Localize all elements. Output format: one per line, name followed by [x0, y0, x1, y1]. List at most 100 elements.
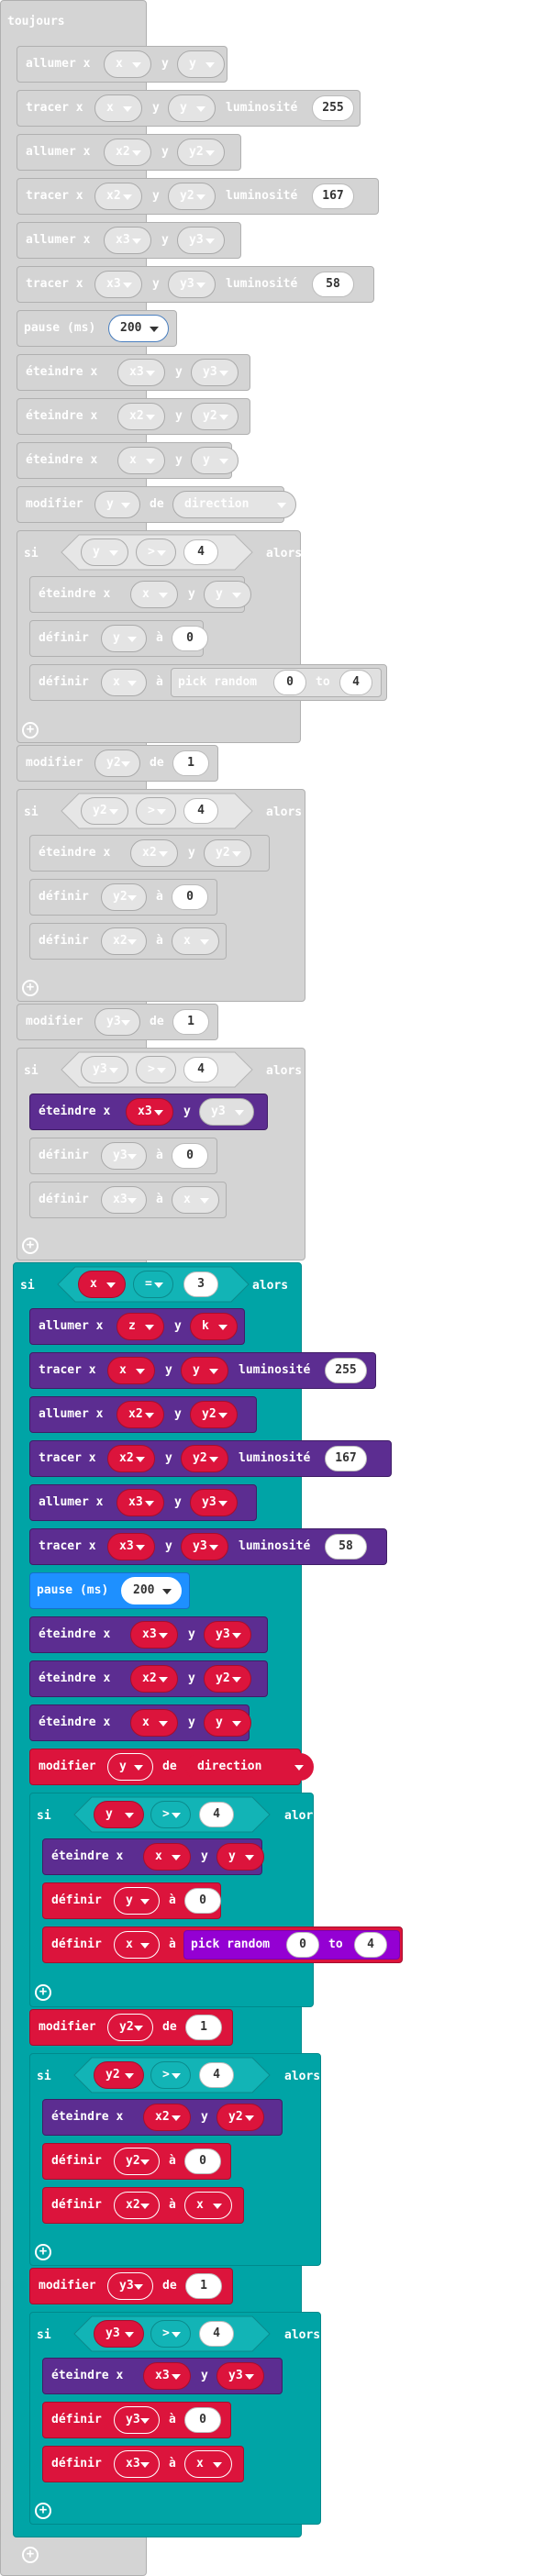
number-input[interactable]: 0: [172, 1143, 208, 1169]
chevron-down-icon[interactable]: [146, 459, 155, 464]
chevron-down-icon[interactable]: [294, 1765, 304, 1771]
chevron-down-icon[interactable]: [245, 2115, 254, 2121]
number-input[interactable]: 4: [199, 2321, 234, 2347]
chevron-down-icon[interactable]: [109, 550, 118, 556]
chevron-down-icon[interactable]: [109, 809, 118, 815]
variable-dropdown[interactable]: x2: [94, 183, 142, 210]
number-input[interactable]: 4: [183, 1057, 218, 1083]
variable-dropdown[interactable]: x: [184, 2450, 232, 2478]
chevron-down-icon[interactable]: [154, 1282, 163, 1288]
chevron-down-icon[interactable]: [140, 2418, 150, 2424]
variable-dropdown[interactable]: x3: [94, 271, 142, 298]
variable-dropdown[interactable]: y2: [177, 139, 225, 166]
chevron-down-icon[interactable]: [196, 194, 205, 200]
chevron-down-icon[interactable]: [140, 1943, 150, 1949]
variable-dropdown[interactable]: x: [101, 669, 147, 696]
variable-dropdown[interactable]: y2: [181, 1445, 228, 1472]
variable-dropdown[interactable]: x: [114, 1931, 160, 1959]
variable-dropdown[interactable]: x: [104, 50, 151, 78]
brightness-input[interactable]: 255: [325, 1358, 367, 1383]
number-input[interactable]: 4: [199, 2062, 234, 2088]
variable-dropdown[interactable]: y: [107, 1753, 153, 1781]
variable-dropdown[interactable]: x3: [130, 1621, 178, 1649]
add-else-plus-icon[interactable]: +: [35, 2503, 51, 2519]
add-else-plus-icon[interactable]: +: [22, 2547, 39, 2563]
chevron-down-icon[interactable]: [232, 1633, 241, 1638]
variable-dropdown[interactable]: x3: [117, 1489, 164, 1516]
variable-dropdown[interactable]: y: [177, 50, 225, 78]
variable-dropdown[interactable]: y2: [190, 1401, 238, 1428]
variable-dropdown[interactable]: x: [172, 927, 219, 955]
variable-dropdown[interactable]: x3: [107, 1533, 155, 1560]
operator-dropdown[interactable]: >: [150, 2320, 191, 2348]
chevron-down-icon[interactable]: [123, 283, 132, 288]
blocks-workspace[interactable]: toujours allumer x x y y tracer x x y y luminosit…: [0, 0, 544, 2576]
number-input[interactable]: 1: [172, 1009, 209, 1035]
variable-dropdown[interactable]: y3: [94, 1008, 140, 1036]
variable-dropdown[interactable]: x3: [104, 227, 151, 254]
chevron-down-icon[interactable]: [145, 1325, 154, 1330]
variable-dropdown[interactable]: y: [114, 1887, 160, 1915]
chevron-down-icon[interactable]: [232, 593, 241, 598]
number-input[interactable]: 1: [172, 750, 209, 776]
chevron-down-icon[interactable]: [209, 1369, 218, 1374]
chevron-down-icon[interactable]: [150, 327, 159, 332]
variable-dropdown[interactable]: x3: [101, 1186, 147, 1214]
chevron-down-icon[interactable]: [157, 1068, 166, 1073]
chevron-down-icon[interactable]: [146, 371, 155, 376]
chevron-down-icon[interactable]: [121, 761, 130, 767]
chevron-down-icon[interactable]: [205, 239, 215, 244]
chevron-down-icon[interactable]: [132, 239, 141, 244]
operator-dropdown[interactable]: >: [136, 539, 176, 566]
number-input[interactable]: 4: [354, 1932, 387, 1958]
variable-dropdown[interactable]: y3: [168, 271, 216, 298]
variable-dropdown[interactable]: y2: [204, 1665, 251, 1693]
variable-dropdown[interactable]: y3: [204, 1621, 251, 1649]
variable-dropdown[interactable]: y2: [101, 883, 147, 911]
chevron-down-icon[interactable]: [219, 415, 228, 420]
variable-dropdown[interactable]: x2: [114, 2192, 160, 2219]
variable-dropdown[interactable]: x: [172, 1186, 219, 1214]
chevron-down-icon[interactable]: [277, 503, 286, 508]
chevron-down-icon[interactable]: [123, 194, 132, 200]
variable-dropdown[interactable]: y: [101, 625, 147, 652]
variable-dropdown[interactable]: x2: [130, 1665, 178, 1693]
operator-dropdown[interactable]: >: [136, 1056, 176, 1083]
chevron-down-icon[interactable]: [109, 1068, 118, 1073]
number-input[interactable]: 1: [185, 2015, 222, 2040]
chevron-down-icon[interactable]: [146, 415, 155, 420]
chevron-down-icon[interactable]: [162, 1589, 172, 1594]
chevron-down-icon[interactable]: [140, 2204, 150, 2209]
chevron-down-icon[interactable]: [172, 2073, 181, 2079]
chevron-down-icon[interactable]: [121, 1020, 130, 1026]
variable-dropdown[interactable]: x: [94, 94, 142, 122]
variable-dropdown[interactable]: y: [81, 539, 128, 566]
number-input[interactable]: 0: [184, 1888, 221, 1914]
chevron-down-icon[interactable]: [128, 1198, 137, 1204]
chevron-down-icon[interactable]: [232, 851, 241, 857]
variable-dropdown[interactable]: y3: [107, 2272, 153, 2300]
variable-dropdown[interactable]: x3: [126, 1098, 173, 1126]
chevron-down-icon[interactable]: [136, 1369, 145, 1374]
chevron-down-icon[interactable]: [123, 106, 132, 112]
number-input[interactable]: 0: [172, 884, 208, 910]
variable-dropdown[interactable]: y2: [81, 797, 128, 825]
chevron-down-icon[interactable]: [213, 2462, 222, 2468]
operator-dropdown[interactable]: =: [133, 1271, 173, 1298]
chevron-down-icon[interactable]: [157, 809, 166, 815]
variable-dropdown[interactable]: x: [107, 1357, 155, 1384]
chevron-down-icon[interactable]: [200, 1198, 209, 1204]
variable-dropdown[interactable]: y3: [101, 1142, 147, 1170]
chevron-down-icon[interactable]: [213, 2204, 222, 2209]
variable-dropdown[interactable]: y: [168, 94, 216, 122]
chevron-down-icon[interactable]: [172, 1855, 181, 1860]
brightness-input[interactable]: 255: [312, 95, 354, 121]
number-input[interactable]: 0: [184, 2149, 221, 2174]
brightness-input[interactable]: 167: [325, 1446, 367, 1471]
variable-dropdown[interactable]: x3: [143, 2362, 191, 2390]
chevron-down-icon[interactable]: [232, 1677, 241, 1682]
chevron-down-icon[interactable]: [125, 2332, 134, 2337]
chevron-down-icon[interactable]: [219, 459, 228, 464]
add-else-plus-icon[interactable]: +: [22, 980, 39, 996]
chevron-down-icon[interactable]: [145, 1413, 154, 1418]
